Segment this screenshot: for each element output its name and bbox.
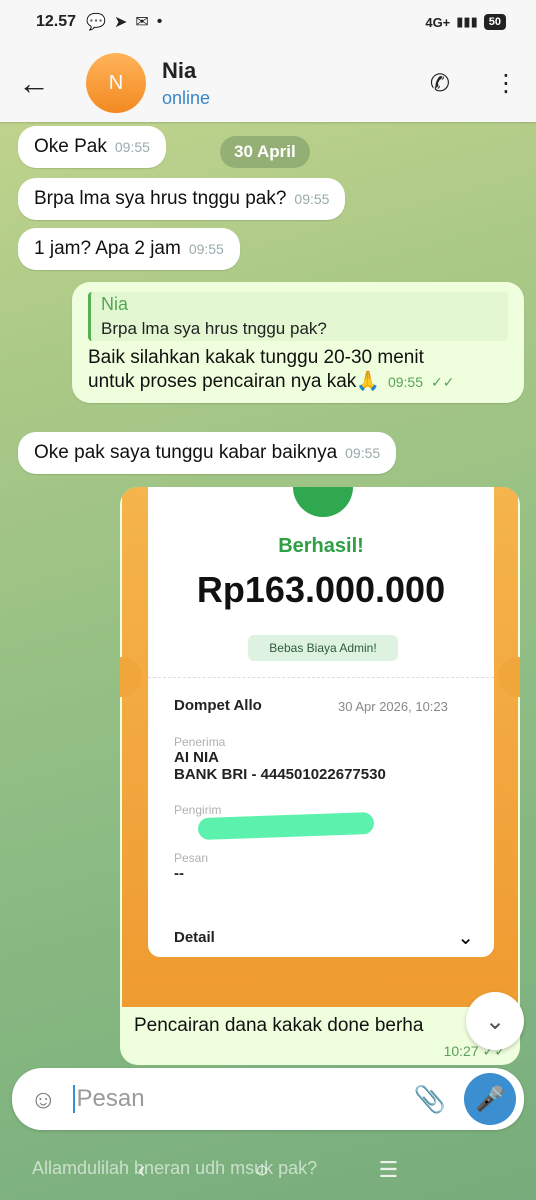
home-nav-icon[interactable]: ○ (255, 1157, 268, 1183)
message-bubble[interactable]: Oke pak saya tunggu kabar baiknya 09:55 (18, 432, 397, 474)
avatar[interactable]: N (86, 53, 146, 113)
battery-indicator: 50 (483, 14, 506, 30)
divider (148, 677, 494, 678)
chat-icon: 💬 (86, 14, 106, 31)
back-arrow-icon[interactable]: ← (18, 65, 66, 102)
contact-name: Nia (162, 57, 197, 83)
receipt-notch (120, 657, 142, 697)
receipt-image[interactable]: Berhasil! Rp163.000.000 Bebas Biaya Admi… (120, 487, 520, 1007)
message-time: 10:27 (443, 1043, 479, 1059)
attach-icon[interactable]: 📎 (414, 1084, 446, 1115)
recipient-label: Penerima (174, 735, 226, 749)
message-line: Baik silahkan kakak tunggu 20-30 menit (88, 347, 424, 368)
message-text: 1 jam? Apa 2 jam (34, 238, 181, 259)
quote-author: Nia (101, 294, 129, 314)
message-label: Pesan (174, 851, 209, 865)
date-pill: 30 April (220, 136, 310, 168)
message-time: 09:55 (387, 374, 423, 390)
contact-status: online (162, 87, 211, 108)
message-text: Baik silahkan kakak tunggu 20-30 menit u… (88, 347, 508, 393)
status-bar: 12.57 💬 ➤ ✉ • 4G+ ▮▮▮ 50 (0, 0, 536, 44)
message-time: 09:55 (294, 191, 330, 207)
reply-quote[interactable]: Nia Brpa lma sya hrus tnggu pak? (88, 292, 508, 341)
receipt-source: Dompet Allo (174, 697, 262, 714)
receipt-datetime: 30 Apr 2026, 10:23 (338, 699, 448, 714)
system-nav-bar: ‹ ○ ☰ (0, 1140, 536, 1200)
message-input[interactable] (72, 1085, 414, 1113)
phone-icon[interactable]: ✆ (430, 69, 450, 98)
redaction-mark (197, 811, 375, 841)
more-options-icon[interactable]: ⋮ (494, 69, 518, 98)
signal-icon: ▮▮▮ (456, 14, 478, 29)
pray-emoji-icon: 🙏 (356, 371, 380, 392)
message-text: Brpa lma sya hrus tnggu pak? (34, 188, 287, 209)
scroll-down-button[interactable]: ⌄ (466, 992, 524, 1050)
dot-icon: • (156, 13, 163, 30)
message-time: 09:55 (345, 445, 381, 461)
telegram-icon: ➤ (113, 14, 128, 31)
receipt-notch (498, 657, 520, 697)
receipt-amount: Rp163.000.000 (196, 569, 446, 610)
recipient-name: AI NIA (174, 749, 219, 766)
mic-icon: 🎤 (475, 1085, 505, 1113)
detail-label: Detail (174, 929, 215, 946)
message-bubble[interactable]: Oke Pak 09:55 (18, 126, 166, 168)
network-label: 4G+ (425, 14, 451, 30)
recipient-bank: BANK BRI - 444501022677530 (174, 766, 386, 783)
message-bubble[interactable]: Brpa lma sya hrus tnggu pak? 09:55 (18, 178, 346, 220)
back-nav-icon[interactable]: ‹ (138, 1157, 145, 1183)
photo-message[interactable]: Berhasil! Rp163.000.000 Bebas Biaya Admi… (120, 487, 520, 1065)
receipt-status: Berhasil! (278, 535, 364, 557)
mail-icon: ✉ (135, 14, 149, 31)
quote-text: Brpa lma sya hrus tnggu pak? (101, 319, 327, 338)
message-text: Oke Pak (34, 136, 107, 157)
message-text: Oke pak saya tunggu kabar baiknya (34, 442, 338, 463)
message-value: -- (174, 865, 184, 882)
recents-nav-icon[interactable]: ☰ (378, 1157, 398, 1183)
success-check-icon (293, 487, 353, 517)
message-time: 09:55 (114, 139, 150, 155)
chat-header: ← N Nia online ✆ ⋮ (0, 44, 536, 122)
photo-caption: Pencairan dana kakak done berha (134, 1015, 424, 1036)
sender-label: Pengirim (174, 803, 222, 817)
double-check-icon: ✓✓ (431, 374, 455, 390)
chevron-down-icon: ⌄ (457, 927, 474, 949)
message-time: 09:55 (188, 241, 224, 257)
message-bubble[interactable]: 1 jam? Apa 2 jam 09:55 (18, 228, 240, 270)
mic-button[interactable]: 🎤 (464, 1073, 516, 1125)
emoji-icon[interactable]: ☺ (30, 1084, 57, 1115)
message-composer: ☺ 📎 🎤 (12, 1068, 524, 1130)
status-time: 12.57 (36, 13, 77, 30)
receipt-badge: Bebas Biaya Admin! (248, 635, 398, 661)
outgoing-message-bubble[interactable]: Nia Brpa lma sya hrus tnggu pak? Baik si… (72, 282, 524, 403)
contact-info[interactable]: Nia online (162, 58, 210, 109)
chevron-down-icon: ⌄ (484, 1007, 506, 1035)
receipt-card: Berhasil! Rp163.000.000 Bebas Biaya Admi… (148, 487, 494, 957)
message-line: untuk proses pencairan nya kak (88, 371, 357, 392)
